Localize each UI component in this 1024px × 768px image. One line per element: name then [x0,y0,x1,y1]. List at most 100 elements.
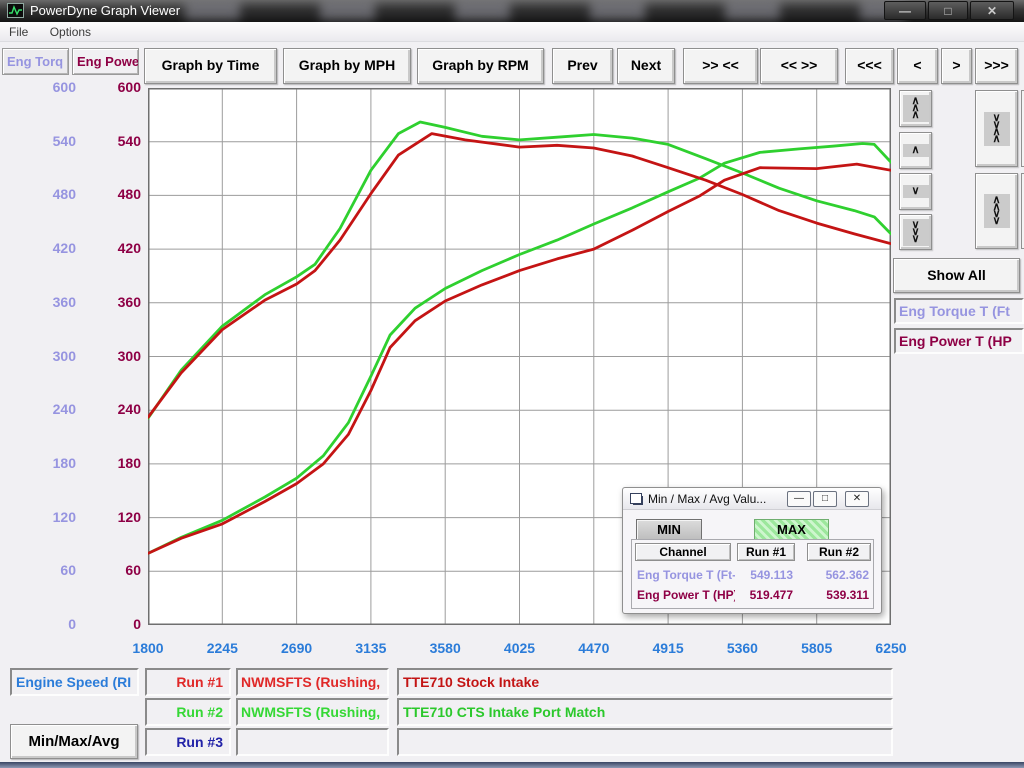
prev-button[interactable]: Prev [552,48,613,84]
run1-description-field[interactable]: TTE710 Stock Intake [397,668,893,696]
torque-axis-tick: 420 [26,240,76,256]
menu-bar: File Options [0,22,1024,42]
torque-axis-tick: 0 [26,616,76,632]
max-toggle-button[interactable]: MAX [754,519,829,541]
next-button[interactable]: Next [617,48,675,84]
rpm-axis-tick: 2245 [187,640,257,656]
rpm-axis-tick: 3580 [410,640,480,656]
rpm-axis-tick: 5805 [782,640,852,656]
run2-description-field[interactable]: TTE710 CTS Intake Port Match [397,698,893,726]
graph-by-rpm-button[interactable]: Graph by RPM [417,48,544,84]
window-bottom-edge [0,762,1024,768]
rpm-axis-tick: 4915 [633,640,703,656]
torque-axis-tick: 180 [26,455,76,471]
tab-eng-torque[interactable]: Eng Torq [2,48,69,75]
menu-options[interactable]: Options [41,22,100,39]
run2-operator-field[interactable]: NWMSFTS (Rushing, [236,698,389,726]
column-header-run2[interactable]: Run #2 [807,543,871,561]
minmaxavg-button[interactable]: Min/Max/Avg [10,724,138,759]
run2-label-field[interactable]: Run #2 [145,698,231,726]
power-axis-tick: 300 [91,348,141,364]
power-axis-tick: 360 [91,294,141,310]
close-icon[interactable]: ✕ [970,1,1014,20]
power-axis-tick: 180 [91,455,141,471]
column-header-run1[interactable]: Run #1 [737,543,795,561]
rpm-axis-tick: 1800 [113,640,183,656]
power-axis-tick: 120 [91,509,141,525]
zoom-expand-y-button[interactable]: ∧∧∨∨ [975,173,1018,249]
chevrons-contract-icon: ∨∨∧∧ [984,112,1010,146]
page-icon [630,493,642,504]
torque-axis-tick: 300 [26,348,76,364]
column-header-channel[interactable]: Channel [635,543,731,561]
close-icon[interactable]: ✕ [845,491,869,507]
rpm-axis-tick: 4470 [559,640,629,656]
graph-by-mph-button[interactable]: Graph by MPH [283,48,411,84]
rpm-axis-tick: 6250 [856,640,926,656]
scroll-top-button[interactable]: ∧∧∧ [899,90,932,127]
rpm-axis-tick: 4025 [485,640,555,656]
torque-channel-label: Eng Torque T (Ft [894,298,1024,324]
graph-by-time-button[interactable]: Graph by Time [144,48,277,84]
power-axis-tick: 480 [91,186,141,202]
torque-axis-tick: 540 [26,133,76,149]
power-axis-tick: 540 [91,133,141,149]
row-channel-name: Eng Torque T (Ft- [637,568,735,582]
torque-axis-tick: 480 [26,186,76,202]
zoom-in-x-button[interactable]: >> << [683,48,758,84]
torque-axis-tick: 120 [26,509,76,525]
rpm-axis-tick: 2690 [262,640,332,656]
power-axis-tick: 420 [91,240,141,256]
power-axis-tick: 240 [91,401,141,417]
run1-operator-field[interactable]: NWMSFTS (Rushing, [236,668,389,696]
row-run1-value: 519.477 [733,588,793,602]
run1-label-field[interactable]: Run #1 [145,668,231,696]
scroll-down-button[interactable]: ∨ [899,173,932,210]
power-channel-label: Eng Power T (HP [894,328,1024,354]
chevrons-expand-icon: ∧∧∨∨ [984,194,1010,228]
tab-eng-power[interactable]: Eng Powe [72,48,139,75]
scroll-up-button[interactable]: ∧ [899,132,932,169]
torque-axis-tick: 360 [26,294,76,310]
title-bar: PowerDyne Graph Viewer — □ ✕ [0,0,1024,22]
show-all-button[interactable]: Show All [893,258,1020,293]
min-toggle-button[interactable]: MIN [636,519,702,541]
restore-icon[interactable]: □ [928,1,968,20]
run3-operator-field[interactable] [236,728,389,756]
scroll-left-button[interactable]: < [897,48,938,84]
scroll-bottom-button[interactable]: ∨∨∨ [899,214,932,250]
minimize-icon[interactable]: — [787,491,811,507]
rpm-axis-tick: 5360 [707,640,777,656]
triple-chevron-up-icon: ∧∧∧ [903,95,929,122]
scroll-far-left-button[interactable]: <<< [845,48,894,84]
zoom-out-x-button[interactable]: << >> [760,48,838,84]
power-axis-tick: 600 [91,79,141,95]
minmax-window[interactable]: Min / Max / Avg Valu... — □ ✕ MIN MAX Ch… [622,487,882,614]
row-channel-name: Eng Power T (HP) [637,588,735,602]
app-icon [7,3,24,18]
run3-description-field[interactable] [397,728,893,756]
app-window: PowerDyne Graph Viewer — □ ✕ File Option… [0,0,1024,768]
minimize-icon[interactable]: — [884,1,926,20]
window-title: PowerDyne Graph Viewer [30,3,180,18]
zoom-contract-y-button[interactable]: ∨∨∧∧ [975,90,1018,167]
triple-chevron-down-icon: ∨∨∨ [903,219,929,246]
chevron-up-icon: ∧ [903,144,929,157]
power-axis-tick: 60 [91,562,141,578]
restore-icon[interactable]: □ [813,491,837,507]
chevron-down-icon: ∨ [903,185,929,198]
menu-file[interactable]: File [0,22,37,39]
row-run1-value: 549.113 [733,568,793,582]
scroll-far-right-button[interactable]: >>> [975,48,1018,84]
minmax-title-bar[interactable]: Min / Max / Avg Valu... — □ ✕ [623,488,881,510]
row-run2-value: 562.362 [803,568,869,582]
torque-axis-tick: 60 [26,562,76,578]
blurred-region [185,1,905,20]
run3-label-field[interactable]: Run #3 [145,728,231,756]
power-axis-tick: 0 [91,616,141,632]
torque-axis-tick: 600 [26,79,76,95]
row-run2-value: 539.311 [803,588,869,602]
minmax-window-title: Min / Max / Avg Valu... [648,492,766,506]
x-axis-channel-field[interactable]: Engine Speed (RI [10,668,139,696]
scroll-right-button[interactable]: > [941,48,972,84]
